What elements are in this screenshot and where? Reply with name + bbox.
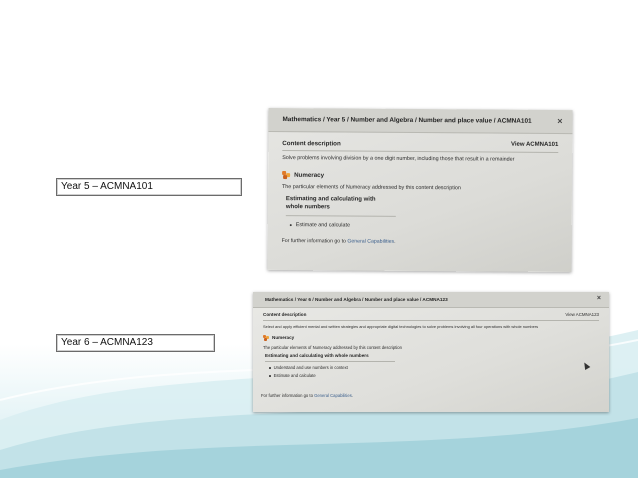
further-information: For further information go to General Ca… <box>282 238 396 245</box>
numeracy-icon <box>282 171 291 180</box>
numeracy-heading: Numeracy <box>282 171 325 180</box>
bullet-icon <box>289 223 292 226</box>
popup-header: Mathematics / Year 5 / Number and Algebr… <box>268 107 573 135</box>
view-code-link[interactable]: View ACMNA101 <box>511 142 558 148</box>
element-heading-line1: Estimating and calculating with <box>285 196 376 203</box>
divider <box>263 320 599 321</box>
divider <box>265 361 395 362</box>
numeracy-icon <box>263 335 270 341</box>
bullet-item: Estimate and calculate <box>289 222 351 229</box>
numeracy-title: Numeracy <box>294 171 325 179</box>
content-description-text: Select and apply efficient mental and wr… <box>263 324 539 329</box>
close-icon[interactable]: × <box>557 116 562 126</box>
divider <box>282 150 559 153</box>
year5-curriculum-popup: Mathematics / Year 5 / Number and Algebr… <box>267 107 573 273</box>
content-description-text: Solve problems involving division by a o… <box>282 155 515 163</box>
year6-code-label: Year 6 – ACMNA123 <box>56 334 215 352</box>
numeracy-description: The particular elements of Numeracy addr… <box>281 184 461 192</box>
breadcrumb: Mathematics / Year 6 / Number and Algebr… <box>265 297 448 302</box>
numeracy-description: The particular elements of Numeracy addr… <box>263 345 402 350</box>
further-information: For further information go to General Ca… <box>261 393 353 398</box>
bullet-icon <box>269 367 271 369</box>
numeracy-title: Numeracy <box>272 335 295 341</box>
element-heading-line2: whole numbers <box>285 204 330 211</box>
bullet-text: Estimate and calculate <box>295 222 351 229</box>
divider <box>285 215 396 217</box>
further-info-text: For further information go to <box>281 238 348 245</box>
close-icon[interactable]: × <box>597 295 601 302</box>
further-info-suffix: . <box>394 238 396 245</box>
bullet-text: Understand and use numbers in context <box>273 365 348 370</box>
further-info-suffix: . <box>351 393 353 398</box>
content-description-heading: Content description <box>282 140 341 148</box>
bullet-item: Estimate and calculate <box>269 373 316 378</box>
view-code-link[interactable]: View ACMNA123 <box>565 312 599 317</box>
year5-code-label: Year 5 – ACMNA101 <box>56 178 242 196</box>
general-capabilities-link[interactable]: General Capabilities <box>347 238 394 244</box>
bullet-text: Estimate and calculate <box>273 373 316 378</box>
bullet-icon <box>269 375 271 377</box>
numeracy-heading: Numeracy <box>263 335 294 341</box>
popup-header: Mathematics / Year 6 / Number and Algebr… <box>253 292 609 308</box>
content-description-heading: Content description <box>263 312 307 317</box>
further-info-text: For further information go to <box>261 393 315 398</box>
year6-curriculum-popup: Mathematics / Year 6 / Number and Algebr… <box>253 292 609 412</box>
bullet-item: Understand and use numbers in context <box>269 365 348 370</box>
element-heading: Estimating and calculating with whole nu… <box>265 353 369 358</box>
breadcrumb: Mathematics / Year 5 / Number and Algebr… <box>282 116 532 125</box>
general-capabilities-link[interactable]: General Capabilities <box>314 393 352 398</box>
